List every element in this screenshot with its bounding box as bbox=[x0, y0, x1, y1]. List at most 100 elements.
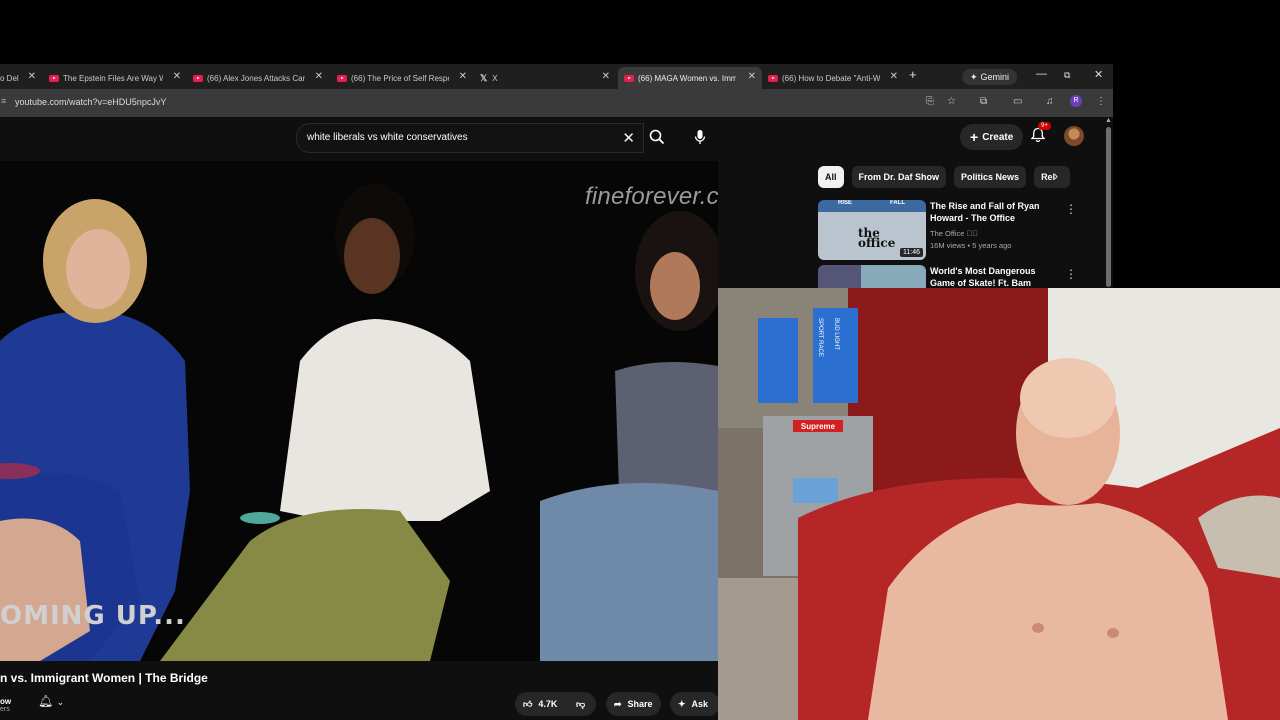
profile-icon[interactable]: R bbox=[1070, 95, 1082, 107]
gemini-button[interactable]: ✦ Gemini bbox=[962, 69, 1018, 85]
thumbs-down-icon: 👎︎ bbox=[576, 698, 586, 709]
tab[interactable]: o Del ✕ bbox=[0, 67, 36, 89]
youtube-icon bbox=[337, 74, 347, 82]
sticker-text: Supreme bbox=[801, 422, 836, 431]
tab-title: (66) The Price of Self Respect bbox=[351, 73, 449, 83]
verified-icon: ✓⃝ bbox=[966, 229, 978, 238]
thumbs-up-icon: 👍︎ bbox=[523, 698, 533, 709]
search-input[interactable]: white liberals vs white conservatives ✕ bbox=[296, 123, 644, 153]
webcam-feed: Supreme bbox=[718, 288, 1280, 720]
site-info-icon[interactable]: ≡ bbox=[1, 96, 6, 106]
restore-icon[interactable]: ⧉ bbox=[1064, 70, 1070, 81]
media-control-icon[interactable]: ♫ bbox=[1046, 96, 1054, 107]
chip-politics-news[interactable]: Politics News bbox=[954, 166, 1027, 188]
create-label: Create bbox=[982, 131, 1014, 143]
tab-title: o Del bbox=[0, 73, 19, 83]
recommendation-item[interactable]: RISE FALL the office 11:46 The Rise and … bbox=[818, 200, 1098, 262]
search-icon bbox=[649, 129, 665, 145]
youtube-icon bbox=[624, 74, 634, 82]
video-title: n vs. Immigrant Women | The Bridge bbox=[0, 671, 208, 685]
sidebar-icon[interactable]: ▭ bbox=[1013, 96, 1022, 107]
notification-badge: 9+ bbox=[1038, 122, 1051, 130]
extensions-icon[interactable]: ⧉ bbox=[980, 96, 987, 107]
youtube-icon bbox=[768, 74, 778, 82]
address-bar: ≡ youtube.com/watch?v=eHDU5npcJvY ⎘ ☆ ⧉ … bbox=[0, 89, 1113, 117]
youtube-icon bbox=[49, 74, 59, 82]
sparkle-icon: ✦ bbox=[678, 698, 686, 709]
tab-title: (66) How to Debate "Anti-W bbox=[782, 73, 880, 83]
thumbnail-text: RISE bbox=[838, 200, 853, 206]
channel-info[interactable]: ow ers bbox=[0, 697, 11, 713]
chip-from-channel[interactable]: From Dr. Daf Show bbox=[851, 166, 947, 188]
menu-kebab-icon[interactable]: ⋮ bbox=[1096, 96, 1106, 107]
clear-search-icon[interactable]: ✕ bbox=[622, 129, 635, 147]
notifications-button[interactable] bbox=[1030, 127, 1046, 148]
recommendation-title[interactable]: World's Most Dangerous Game of Skate! Ft… bbox=[930, 265, 1060, 288]
microphone-icon bbox=[694, 130, 706, 144]
more-options-icon[interactable]: ⋮ bbox=[1065, 267, 1077, 281]
chevron-right-icon[interactable]: › bbox=[1054, 169, 1058, 183]
sparkle-icon: ✦ bbox=[970, 71, 978, 82]
webcam-overlay: Supreme SPORT RACE BUD LIGHT bbox=[718, 288, 1280, 720]
recommendation-item[interactable]: World's Most Dangerous Game of Skate! Ft… bbox=[818, 265, 1098, 288]
tab[interactable]: (66) The Price of Self Respect ✕ bbox=[337, 67, 467, 89]
ask-button[interactable]: ✦ Ask bbox=[670, 692, 721, 716]
tab[interactable]: 𝕏 X ✕ bbox=[480, 67, 610, 89]
close-icon[interactable]: ✕ bbox=[748, 71, 756, 82]
close-icon[interactable]: ✕ bbox=[173, 71, 181, 82]
close-icon[interactable]: ✕ bbox=[890, 71, 898, 82]
plus-icon: + bbox=[970, 129, 979, 145]
scrollbar-thumb[interactable] bbox=[1106, 127, 1111, 287]
scroll-up-icon[interactable]: ▲ bbox=[1105, 117, 1112, 124]
video-watermark: fineforever.com bbox=[585, 183, 718, 210]
search-query: white liberals vs white conservatives bbox=[307, 132, 468, 143]
thumbnail-brand: the office bbox=[858, 226, 896, 250]
dislike-button[interactable]: 👎︎ bbox=[570, 692, 596, 716]
install-app-icon[interactable]: ⎘ bbox=[926, 96, 934, 107]
tab-title: (66) MAGA Women vs. Immig bbox=[638, 73, 736, 83]
video-thumbnail[interactable] bbox=[818, 265, 926, 288]
share-label: Share bbox=[627, 699, 653, 709]
new-tab-button[interactable]: + bbox=[909, 67, 917, 82]
close-icon[interactable]: ✕ bbox=[315, 71, 323, 82]
tab-title: The Epstein Files Are Way W bbox=[63, 73, 163, 83]
recommendation-channel[interactable]: The Office ✓⃝ bbox=[930, 229, 978, 238]
minimize-icon[interactable]: — bbox=[1036, 68, 1047, 80]
avatar[interactable] bbox=[1064, 126, 1084, 146]
like-count: 4.7K bbox=[538, 699, 558, 709]
chip-related[interactable]: Rel bbox=[1034, 166, 1071, 188]
thumbnail-text: FALL bbox=[890, 200, 905, 206]
close-icon[interactable]: ✕ bbox=[459, 71, 467, 82]
more-options-icon[interactable]: ⋮ bbox=[1065, 202, 1077, 216]
chip-all[interactable]: All bbox=[818, 166, 844, 188]
box-label: BUD LIGHT bbox=[833, 318, 839, 351]
bell-icon: 🔔︎ bbox=[38, 694, 54, 708]
close-icon[interactable]: ✕ bbox=[28, 71, 36, 82]
youtube-icon bbox=[193, 74, 203, 82]
youtube-header: white liberals vs white conservatives ✕ … bbox=[0, 117, 1113, 157]
recommendation-title[interactable]: The Rise and Fall of Ryan Howard - The O… bbox=[930, 200, 1060, 224]
subscribe-bell-button[interactable]: 🔔︎ ⌄ bbox=[38, 694, 64, 708]
video-thumbnail[interactable]: RISE FALL the office 11:46 bbox=[818, 200, 926, 260]
tab-active[interactable]: (66) MAGA Women vs. Immig ✕ bbox=[618, 67, 762, 89]
video-player[interactable]: fineforever.com OMING UP... bbox=[0, 161, 718, 661]
tab-title: (66) Alex Jones Attacks Cand bbox=[207, 73, 305, 83]
subscriber-count: ers bbox=[0, 706, 10, 713]
ask-label: Ask bbox=[691, 699, 709, 709]
voice-search-button[interactable] bbox=[686, 123, 714, 151]
close-icon[interactable]: ✕ bbox=[602, 71, 610, 82]
search-button[interactable] bbox=[643, 123, 671, 151]
url-field[interactable]: youtube.com/watch?v=eHDU5npcJvY bbox=[15, 97, 166, 107]
tab[interactable]: (66) How to Debate "Anti-W ✕ bbox=[768, 67, 898, 89]
bookmark-star-icon[interactable]: ☆ bbox=[947, 96, 956, 107]
gemini-label: Gemini bbox=[980, 72, 1010, 82]
tab[interactable]: (66) Alex Jones Attacks Cand ✕ bbox=[193, 67, 323, 89]
share-button[interactable]: ➦ Share bbox=[606, 692, 661, 716]
video-frame bbox=[0, 161, 718, 661]
create-button[interactable]: + Create bbox=[960, 124, 1024, 150]
close-window-icon[interactable]: ✕ bbox=[1094, 68, 1103, 81]
coming-up-overlay: OMING UP... bbox=[0, 601, 186, 631]
tab-title: X bbox=[492, 73, 498, 83]
tab[interactable]: The Epstein Files Are Way W ✕ bbox=[49, 67, 181, 89]
recommendation-meta: 16M views • 5 years ago bbox=[930, 241, 1012, 250]
